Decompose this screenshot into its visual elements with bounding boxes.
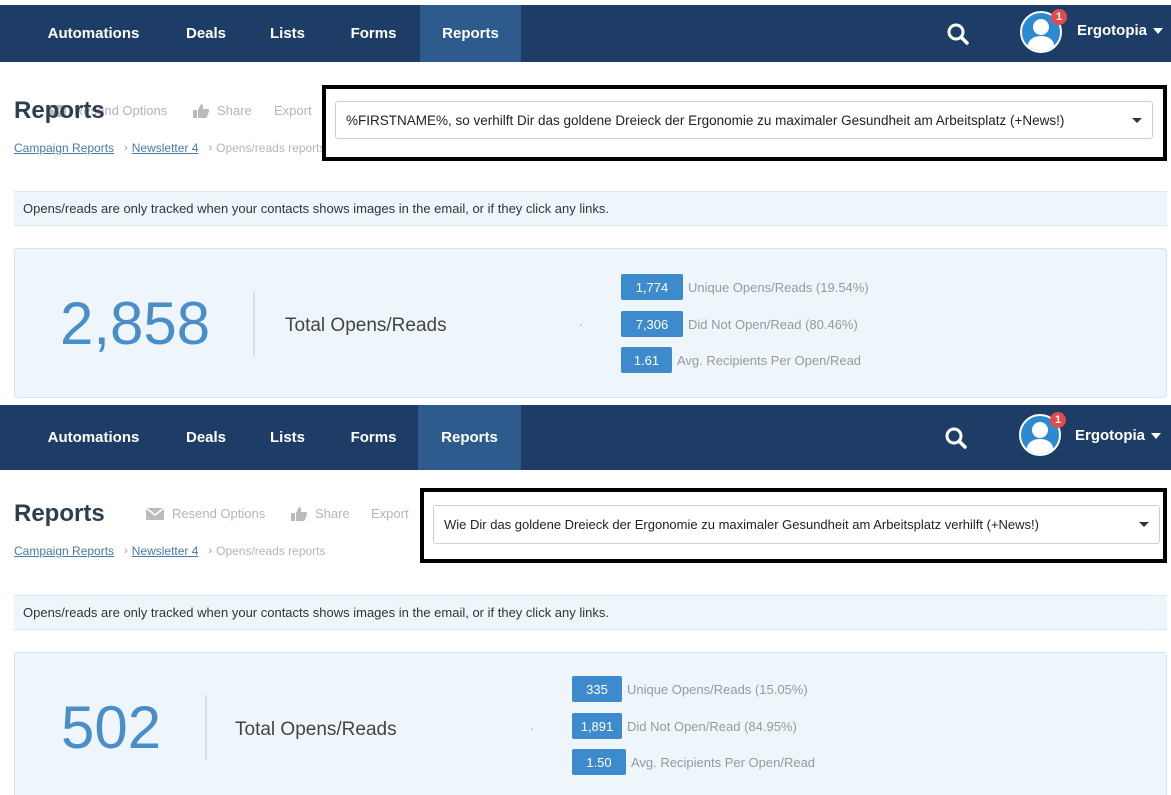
breadcrumb-separator: › <box>124 545 128 557</box>
stat-did-not-open: 7,306 Did Not Open/Read (80.46%) <box>621 311 858 337</box>
stat-unique-opens: 1,774 Unique Opens/Reads (19.54%) <box>621 274 869 300</box>
top-navbar: Automations Deals Lists Forms Reports 1 … <box>0 5 1171 62</box>
breadcrumb-current: Opens/reads reports <box>216 141 326 155</box>
campaign-subject-value: Wie Dir das goldene Dreieck der Ergonomi… <box>444 517 1039 532</box>
separator-dot <box>531 728 533 730</box>
resend-options-link[interactable]: Resend Options <box>146 506 265 521</box>
campaign-subject-select[interactable]: Wie Dir das goldene Dreieck der Ergonomi… <box>433 505 1160 544</box>
nav-reports[interactable]: Reports <box>420 5 521 62</box>
stat-unique-opens: 335 Unique Opens/Reads (15.05%) <box>572 676 808 702</box>
breadcrumb-newsletter[interactable]: Newsletter 4 <box>132 544 199 558</box>
search-button[interactable] <box>940 5 976 62</box>
notification-badge: 1 <box>1051 9 1067 25</box>
stat-badge: 7,306 <box>621 311 683 337</box>
share-label: Share <box>315 506 350 521</box>
thumbs-up-icon <box>193 103 209 118</box>
breadcrumb-newsletter[interactable]: Newsletter 4 <box>132 141 199 155</box>
resend-options-label: Resend Options <box>172 506 266 521</box>
user-name: Ergotopia <box>1077 22 1147 39</box>
page-title: Reports <box>14 500 105 527</box>
stat-badge: 1,774 <box>621 274 683 300</box>
stat-label: Did Not Open/Read (80.46%) <box>688 316 858 332</box>
separator-dot <box>580 324 582 326</box>
stat-label: Unique Opens/Reads (15.05%) <box>627 681 808 697</box>
stat-label: Did Not Open/Read (84.95%) <box>627 718 797 734</box>
notification-badge: 1 <box>1050 412 1066 428</box>
tracking-info-notice: Opens/reads are only tracked when your c… <box>14 595 1167 630</box>
total-opens-label: Total Opens/Reads <box>235 719 397 740</box>
share-label: Share <box>217 103 252 118</box>
tracking-info-notice: Opens/reads are only tracked when your c… <box>14 191 1167 226</box>
stats-card: 502 Total Opens/Reads 335 Unique Opens/R… <box>14 652 1167 795</box>
search-icon <box>945 427 967 449</box>
breadcrumb-campaign-reports[interactable]: Campaign Reports <box>14 544 114 558</box>
caret-down-icon <box>1153 27 1163 34</box>
report-panel-2: Automations Deals Lists Forms Reports 1 … <box>0 405 1171 795</box>
total-opens-number: 2,858 <box>60 290 211 357</box>
page-title: Reports <box>14 97 105 124</box>
export-link[interactable]: Export <box>274 103 312 118</box>
user-name: Ergotopia <box>1075 427 1145 444</box>
stat-badge: 1.61 <box>621 347 672 373</box>
stats-divider <box>205 695 207 760</box>
caret-down-icon <box>1151 432 1161 439</box>
total-opens-number: 502 <box>61 694 162 761</box>
export-label: Export <box>274 103 312 118</box>
total-opens-label: Total Opens/Reads <box>285 315 447 336</box>
campaign-subject-value: %FIRSTNAME%, so verhilft Dir das goldene… <box>346 112 1065 128</box>
highlight-frame: %FIRSTNAME%, so verhilft Dir das goldene… <box>322 85 1167 161</box>
nav-automations[interactable]: Automations <box>25 405 162 470</box>
caret-down-icon <box>1139 522 1149 527</box>
caret-down-icon <box>1132 117 1142 123</box>
top-navbar: Automations Deals Lists Forms Reports 1 … <box>0 405 1171 470</box>
user-menu[interactable]: Ergotopia <box>1077 22 1163 39</box>
stats-card: 2,858 Total Opens/Reads 1,774 Unique Ope… <box>14 248 1167 398</box>
nav-reports[interactable]: Reports <box>418 405 521 470</box>
report-panel-1: Automations Deals Lists Forms Reports 1 … <box>0 0 1171 405</box>
stat-badge: 335 <box>572 676 622 702</box>
nav-forms[interactable]: Forms <box>335 405 412 470</box>
stats-divider <box>253 291 255 356</box>
breadcrumb-separator: › <box>124 142 128 154</box>
stat-label: Avg. Recipients Per Open/Read <box>631 754 816 770</box>
share-link[interactable]: Share <box>193 103 252 118</box>
nav-deals[interactable]: Deals <box>172 5 240 62</box>
search-button[interactable] <box>938 405 974 470</box>
stat-badge: 1.50 <box>572 749 626 775</box>
nav-automations[interactable]: Automations <box>25 5 162 62</box>
stat-badge: 1,891 <box>572 713 622 739</box>
campaign-subject-select[interactable]: %FIRSTNAME%, so verhilft Dir das goldene… <box>335 101 1153 139</box>
nav-lists[interactable]: Lists <box>255 5 320 62</box>
stat-label: Unique Opens/Reads (19.54%) <box>688 279 869 295</box>
export-link[interactable]: Export <box>371 506 409 521</box>
breadcrumb-separator: › <box>208 545 213 557</box>
nav-deals[interactable]: Deals <box>172 405 240 470</box>
share-link[interactable]: Share <box>291 506 350 521</box>
breadcrumb: Campaign Reports › Newsletter 4 › Opens/… <box>14 141 326 155</box>
breadcrumb-separator: › <box>208 142 213 154</box>
stat-avg-recipients: 1.50 Avg. Recipients Per Open/Read <box>572 749 815 775</box>
user-menu[interactable]: Ergotopia <box>1075 427 1161 444</box>
breadcrumb: Campaign Reports › Newsletter 4 › Opens/… <box>14 544 326 558</box>
nav-lists[interactable]: Lists <box>255 405 320 470</box>
envelope-icon <box>146 507 164 520</box>
stat-did-not-open: 1,891 Did Not Open/Read (84.95%) <box>572 713 797 739</box>
export-label: Export <box>371 506 409 521</box>
nav-forms[interactable]: Forms <box>335 5 412 62</box>
search-icon <box>947 23 969 45</box>
stat-label: Avg. Recipients Per Open/Read <box>677 352 862 368</box>
stat-avg-recipients: 1.61 Avg. Recipients Per Open/Read <box>621 347 861 373</box>
thumbs-up-icon <box>291 506 307 521</box>
breadcrumb-campaign-reports[interactable]: Campaign Reports <box>14 141 114 155</box>
breadcrumb-current: Opens/reads reports <box>216 544 326 558</box>
highlight-frame: Wie Dir das goldene Dreieck der Ergonomi… <box>420 488 1167 563</box>
